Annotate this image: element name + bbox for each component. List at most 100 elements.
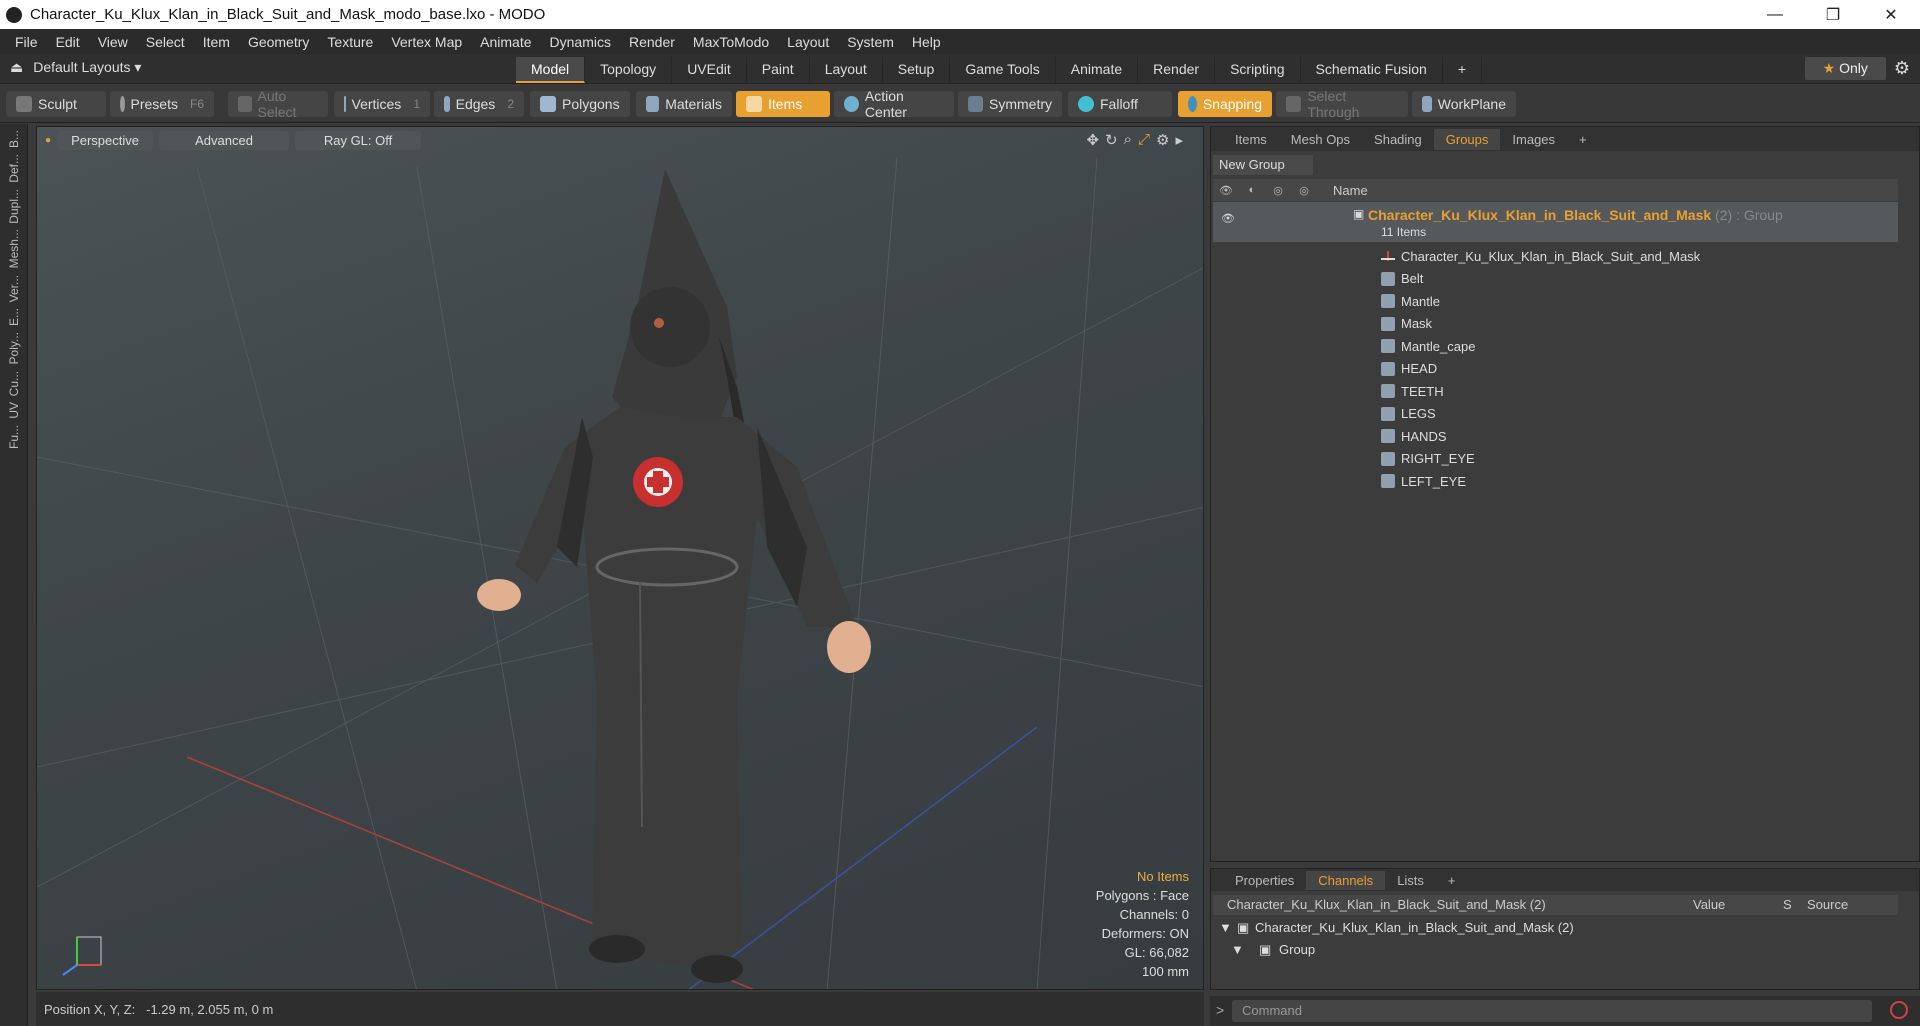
gear-icon[interactable]: ⚙	[1894, 58, 1910, 79]
tab-scripting[interactable]: Scripting	[1215, 57, 1301, 83]
expand-arrow-icon[interactable]: ▼	[1219, 920, 1232, 935]
layout-up-icon[interactable]: ⏏	[10, 59, 23, 76]
menu-file[interactable]: File	[6, 34, 47, 50]
only-toggle[interactable]: ★ Only	[1804, 57, 1886, 80]
list-item[interactable]: Mantle	[1213, 290, 1898, 313]
tab-model[interactable]: Model	[516, 57, 586, 83]
strip-tab-polygon[interactable]: Poly...	[7, 332, 21, 364]
add-panel-tab-button[interactable]: +	[1567, 129, 1599, 150]
tab-animate[interactable]: Animate	[1056, 57, 1139, 83]
tab-paint[interactable]: Paint	[747, 57, 810, 83]
select-through-button[interactable]: Select Through	[1276, 88, 1408, 120]
minimize-button[interactable]: —	[1746, 0, 1804, 29]
tab-game-tools[interactable]: Game Tools	[950, 57, 1056, 83]
select-col-icon[interactable]: ◎	[1291, 184, 1317, 197]
list-item[interactable]: TEETH	[1213, 380, 1898, 403]
close-button[interactable]: ✕	[1862, 0, 1920, 29]
menu-help[interactable]: Help	[903, 34, 950, 50]
menu-view[interactable]: View	[89, 34, 137, 50]
tab-setup[interactable]: Setup	[883, 57, 951, 83]
polygons-button[interactable]: Polygons	[530, 91, 630, 117]
menu-geometry[interactable]: Geometry	[239, 34, 318, 50]
menu-system[interactable]: System	[838, 34, 903, 50]
tab-layout[interactable]: Layout	[810, 57, 883, 83]
tab-schematic-fusion[interactable]: Schematic Fusion	[1301, 57, 1443, 83]
snapping-button[interactable]: Snapping	[1178, 91, 1272, 117]
list-item[interactable]: LEGS	[1213, 403, 1898, 426]
strip-tab-mesh[interactable]: Mesh...	[7, 229, 21, 268]
symmetry-button[interactable]: Symmetry	[958, 91, 1062, 117]
strip-tab-uv[interactable]: UV	[7, 402, 21, 419]
fit-icon[interactable]: ⤢	[1138, 131, 1150, 149]
source-column-header[interactable]: Source	[1807, 897, 1848, 912]
tab-uvedit[interactable]: UVEdit	[672, 57, 747, 83]
strip-tab-edge[interactable]: E...	[7, 308, 21, 326]
list-item[interactable]: Character_Ku_Klux_Klan_in_Black_Suit_and…	[1213, 245, 1898, 268]
value-column-header[interactable]: Value	[1693, 897, 1725, 912]
strip-tab-duplicate[interactable]: Dupl...	[7, 189, 21, 224]
group-row-selected[interactable]: 👁 ▣ Character_Ku_Klux_Klan_in_Black_Suit…	[1213, 202, 1898, 242]
list-item[interactable]: HEAD	[1213, 358, 1898, 381]
list-item[interactable]: HANDS	[1213, 425, 1898, 448]
command-input[interactable]: Command	[1232, 1000, 1872, 1022]
visibility-col-icon[interactable]: 👁	[1213, 184, 1239, 197]
tab-groups[interactable]: Groups	[1433, 128, 1501, 150]
strip-tab-vertex[interactable]: Ver...	[7, 275, 21, 302]
edges-button[interactable]: Edges 2	[434, 91, 524, 117]
advanced-dropdown[interactable]: Advanced	[159, 130, 290, 150]
tab-channels[interactable]: Channels	[1306, 870, 1386, 890]
menu-select[interactable]: Select	[137, 34, 194, 50]
menu-vertex-map[interactable]: Vertex Map	[382, 34, 471, 50]
tab-shading[interactable]: Shading	[1362, 129, 1434, 150]
list-item[interactable]: Belt	[1213, 268, 1898, 291]
render-col-icon[interactable]: ◐	[1239, 184, 1265, 196]
strip-tab-deform[interactable]: Def...	[7, 154, 21, 183]
menu-render[interactable]: Render	[620, 34, 684, 50]
vertices-button[interactable]: Vertices 1	[334, 91, 430, 117]
menu-texture[interactable]: Texture	[318, 34, 382, 50]
tab-images[interactable]: Images	[1500, 129, 1567, 150]
expand-arrow-icon[interactable]: ▸	[1175, 131, 1183, 149]
channel-row[interactable]: ▼ ▣ Group	[1213, 941, 1898, 961]
list-item[interactable]: RIGHT_EYE	[1213, 448, 1898, 471]
auto-select-button[interactable]: Auto Select	[228, 88, 328, 120]
record-icon[interactable]	[1890, 1001, 1908, 1019]
menu-animate[interactable]: Animate	[471, 34, 540, 50]
lock-col-icon[interactable]: ◎	[1265, 184, 1291, 197]
tab-properties[interactable]: Properties	[1223, 871, 1306, 890]
menu-layout[interactable]: Layout	[778, 34, 838, 50]
s-column-header[interactable]: S	[1783, 897, 1792, 912]
strip-tab-b[interactable]: B...	[7, 130, 21, 148]
rotate-icon[interactable]: ↻	[1105, 131, 1118, 149]
viewport-settings-icon[interactable]: ⚙	[1156, 131, 1169, 149]
workplane-button[interactable]: WorkPlane	[1412, 91, 1516, 117]
name-column-header[interactable]: Name	[1333, 183, 1368, 198]
strip-tab-fusion[interactable]: Fu...	[7, 425, 21, 449]
channel-row[interactable]: ▼ ▣ Character_Ku_Klux_Klan_in_Black_Suit…	[1213, 919, 1898, 939]
raygl-toggle[interactable]: Ray GL: Off	[295, 130, 422, 150]
perspective-dropdown[interactable]: Perspective	[57, 130, 154, 150]
tab-items[interactable]: Items	[1223, 129, 1279, 150]
layout-selector[interactable]: Default Layouts ▾	[33, 59, 141, 76]
items-button[interactable]: Items	[736, 91, 830, 117]
list-item[interactable]: Mask	[1213, 313, 1898, 336]
add-tab-button[interactable]: +	[1443, 57, 1482, 83]
pan-icon[interactable]: ✥	[1086, 131, 1099, 149]
menu-item[interactable]: Item	[194, 34, 239, 50]
menu-dynamics[interactable]: Dynamics	[541, 34, 620, 50]
3d-viewport[interactable]: ● Perspective Advanced Ray GL: Off ✥ ↻ ⌕…	[36, 126, 1204, 990]
tab-lists[interactable]: Lists	[1385, 871, 1436, 890]
expand-arrow-icon[interactable]: ▼	[1231, 942, 1244, 957]
group-visibility-icon[interactable]: 👁	[1221, 212, 1235, 225]
tab-topology[interactable]: Topology	[585, 57, 673, 83]
falloff-button[interactable]: Falloff	[1068, 91, 1172, 117]
new-group-button[interactable]: New Group	[1213, 155, 1313, 175]
list-item[interactable]: LEFT_EYE	[1213, 470, 1898, 493]
menu-maxtomodo[interactable]: MaxToModo	[684, 34, 778, 50]
zoom-icon[interactable]: ⌕	[1124, 131, 1132, 149]
strip-tab-curve[interactable]: Cu...	[7, 371, 21, 396]
sculpt-button[interactable]: Sculpt	[6, 91, 106, 117]
presets-button[interactable]: Presets F6	[110, 91, 214, 117]
menu-edit[interactable]: Edit	[47, 34, 89, 50]
maximize-button[interactable]: ❐	[1804, 0, 1862, 29]
